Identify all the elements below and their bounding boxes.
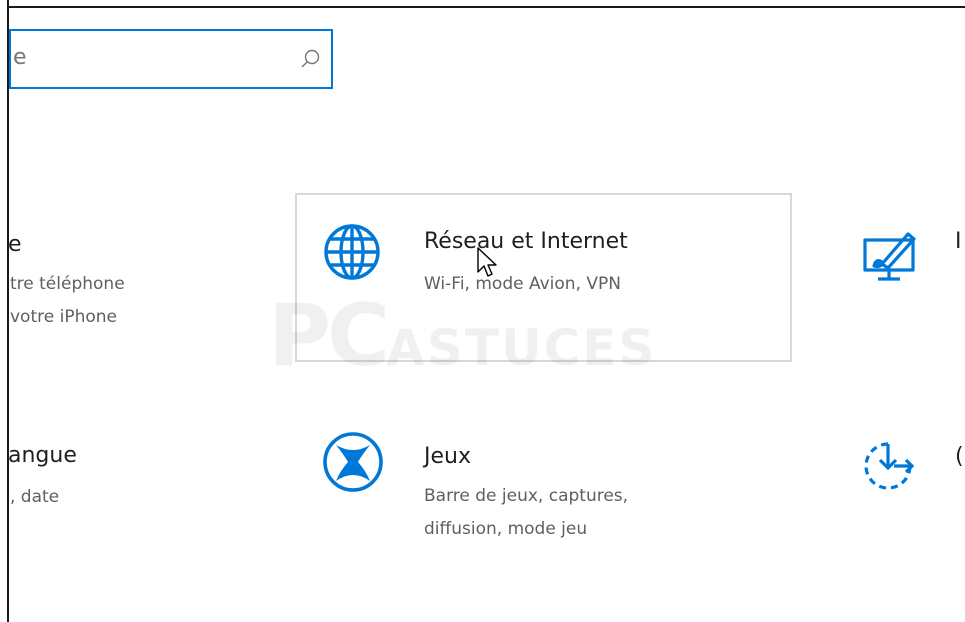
xbox-icon bbox=[323, 432, 383, 492]
tile-personalization-title: I bbox=[955, 229, 962, 254]
search-icon[interactable] bbox=[299, 48, 321, 70]
window-left-border bbox=[7, 0, 9, 622]
update-sync-icon bbox=[864, 442, 915, 490]
tile-games-title: Jeux bbox=[424, 444, 471, 469]
tile-network-subtitle: Wi-Fi, mode Avion, VPN bbox=[424, 274, 621, 294]
window-top-border bbox=[7, 6, 965, 8]
tile-phone-line2: votre iPhone bbox=[10, 307, 117, 327]
tile-phone-line1: tre téléphone bbox=[10, 274, 125, 294]
mouse-cursor-icon bbox=[477, 247, 497, 277]
tile-update-title: ( bbox=[955, 444, 964, 469]
tile-games-line2: diffusion, mode jeu bbox=[424, 519, 588, 539]
tile-time-language-subtitle: , date bbox=[10, 487, 60, 507]
tile-phone-title: e bbox=[8, 232, 22, 257]
search-input[interactable]: e bbox=[13, 45, 27, 70]
tile-time-language-title: angue bbox=[8, 443, 77, 468]
tile-network-title: Réseau et Internet bbox=[424, 229, 628, 254]
globe-icon bbox=[324, 224, 380, 280]
search-box[interactable]: e bbox=[9, 29, 333, 89]
tile-games-line1: Barre de jeux, captures, bbox=[424, 486, 629, 506]
paint-display-icon bbox=[863, 232, 916, 281]
settings-window: e e tre téléphone votre iPhone Réseau et… bbox=[0, 0, 965, 622]
